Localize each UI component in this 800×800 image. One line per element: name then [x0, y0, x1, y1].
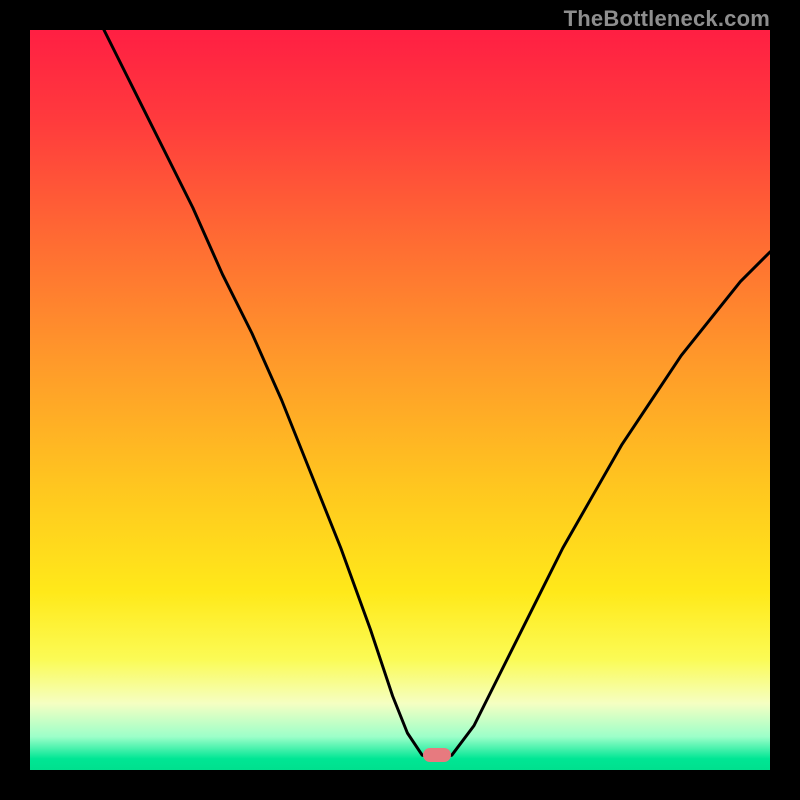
curve-path	[104, 30, 770, 759]
plot-area	[30, 30, 770, 770]
watermark-text: TheBottleneck.com	[564, 6, 770, 32]
chart-frame: TheBottleneck.com	[0, 0, 800, 800]
optimum-marker-icon	[423, 748, 451, 762]
bottleneck-curve	[30, 30, 770, 770]
